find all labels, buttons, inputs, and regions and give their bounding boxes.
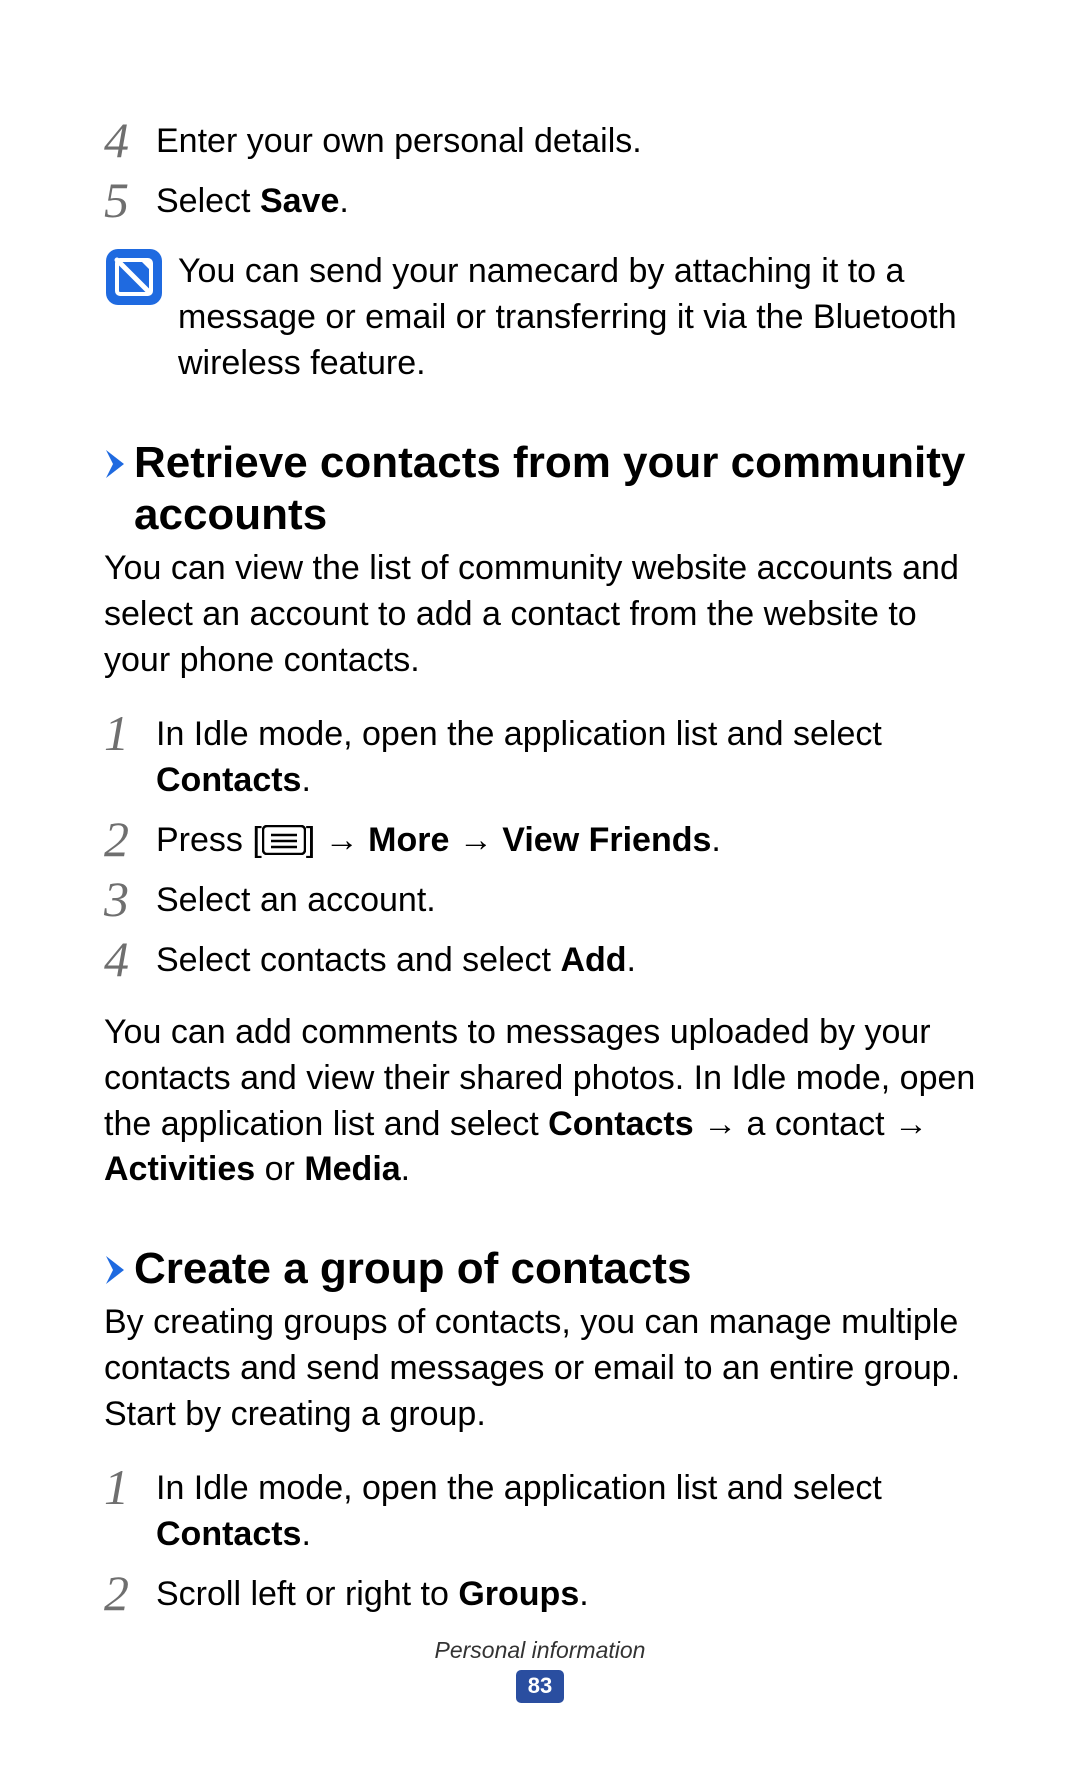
bold-text: Activities bbox=[104, 1150, 255, 1188]
section-after-para: You can add comments to messages uploade… bbox=[104, 1010, 976, 1194]
bold-text: View Friends bbox=[502, 821, 711, 859]
text: . bbox=[301, 1515, 310, 1553]
section-intro: You can view the list of community websi… bbox=[104, 546, 976, 684]
page-number-badge: 83 bbox=[516, 1670, 564, 1703]
section-intro: By creating groups of contacts, you can … bbox=[104, 1300, 976, 1438]
bold-text: Groups bbox=[458, 1575, 579, 1613]
bold-text: Media bbox=[304, 1150, 400, 1188]
text: or bbox=[255, 1150, 304, 1188]
step-number: 2 bbox=[104, 814, 146, 864]
bold-text: Contacts bbox=[156, 1515, 301, 1553]
step-2: 2 Press [ ] → More → View Friends. bbox=[104, 814, 976, 864]
text: Scroll left or right to bbox=[156, 1575, 458, 1613]
step-text: In Idle mode, open the application list … bbox=[146, 1462, 976, 1558]
text: . bbox=[339, 182, 348, 220]
step-4: 4 Enter your own personal details. bbox=[104, 115, 976, 165]
page-footer: Personal information 83 bbox=[0, 1637, 1080, 1703]
note-callout: You can send your namecard by attaching … bbox=[104, 247, 976, 387]
step-text: Select an account. bbox=[146, 874, 976, 924]
chevron-icon bbox=[104, 449, 126, 479]
chapter-name: Personal information bbox=[0, 1637, 1080, 1664]
text: Select bbox=[156, 182, 260, 220]
step-3: 3 Select an account. bbox=[104, 874, 976, 924]
bold-text: → bbox=[449, 821, 502, 859]
step-4b: 4 Select contacts and select Add. bbox=[104, 934, 976, 984]
step-number: 2 bbox=[104, 1568, 146, 1618]
text: . bbox=[301, 761, 310, 799]
manual-page: 4 Enter your own personal details. 5 Sel… bbox=[0, 0, 1080, 1771]
step-number: 3 bbox=[104, 874, 146, 924]
step-5: 5 Select Save. bbox=[104, 175, 976, 225]
step-text: Select Save. bbox=[146, 175, 976, 225]
chevron-icon bbox=[104, 1255, 126, 1285]
step-text: In Idle mode, open the application list … bbox=[146, 708, 976, 804]
text: → a contact → bbox=[694, 1105, 928, 1143]
step-number: 1 bbox=[104, 708, 146, 758]
step-text: Enter your own personal details. bbox=[146, 115, 976, 165]
text: . bbox=[627, 941, 636, 979]
step-text: Scroll left or right to Groups. bbox=[146, 1568, 976, 1618]
note-text: You can send your namecard by attaching … bbox=[164, 247, 976, 387]
text: In Idle mode, open the application list … bbox=[156, 715, 882, 753]
text: ] → bbox=[306, 821, 368, 859]
bold-text: Contacts bbox=[548, 1105, 693, 1143]
step-number: 4 bbox=[104, 934, 146, 984]
heading-text: Retrieve contacts from your community ac… bbox=[126, 437, 976, 543]
step-1: 1 In Idle mode, open the application lis… bbox=[104, 708, 976, 804]
bold-text: Contacts bbox=[156, 761, 301, 799]
step-text: Select contacts and select Add. bbox=[146, 934, 976, 984]
text: Select contacts and select bbox=[156, 941, 560, 979]
text: . bbox=[401, 1150, 410, 1188]
step-number: 4 bbox=[104, 115, 146, 165]
step-text: Press [ ] → More → View Friends. bbox=[146, 814, 976, 864]
step-2b: 2 Scroll left or right to Groups. bbox=[104, 1568, 976, 1618]
bold-text: Save bbox=[260, 182, 339, 220]
step-number: 5 bbox=[104, 175, 146, 225]
note-icon bbox=[104, 247, 164, 307]
text: . bbox=[711, 821, 720, 859]
text: In Idle mode, open the application list … bbox=[156, 1469, 882, 1507]
bold-text: More bbox=[368, 821, 449, 859]
text: . bbox=[579, 1575, 588, 1613]
step-number: 1 bbox=[104, 1462, 146, 1512]
step-1b: 1 In Idle mode, open the application lis… bbox=[104, 1462, 976, 1558]
section-heading-retrieve: Retrieve contacts from your community ac… bbox=[104, 437, 976, 543]
heading-text: Create a group of contacts bbox=[126, 1243, 691, 1296]
menu-key-icon bbox=[262, 822, 306, 852]
text: Press [ bbox=[156, 821, 262, 859]
section-heading-groups: Create a group of contacts bbox=[104, 1243, 976, 1296]
bold-text: Add bbox=[560, 941, 626, 979]
